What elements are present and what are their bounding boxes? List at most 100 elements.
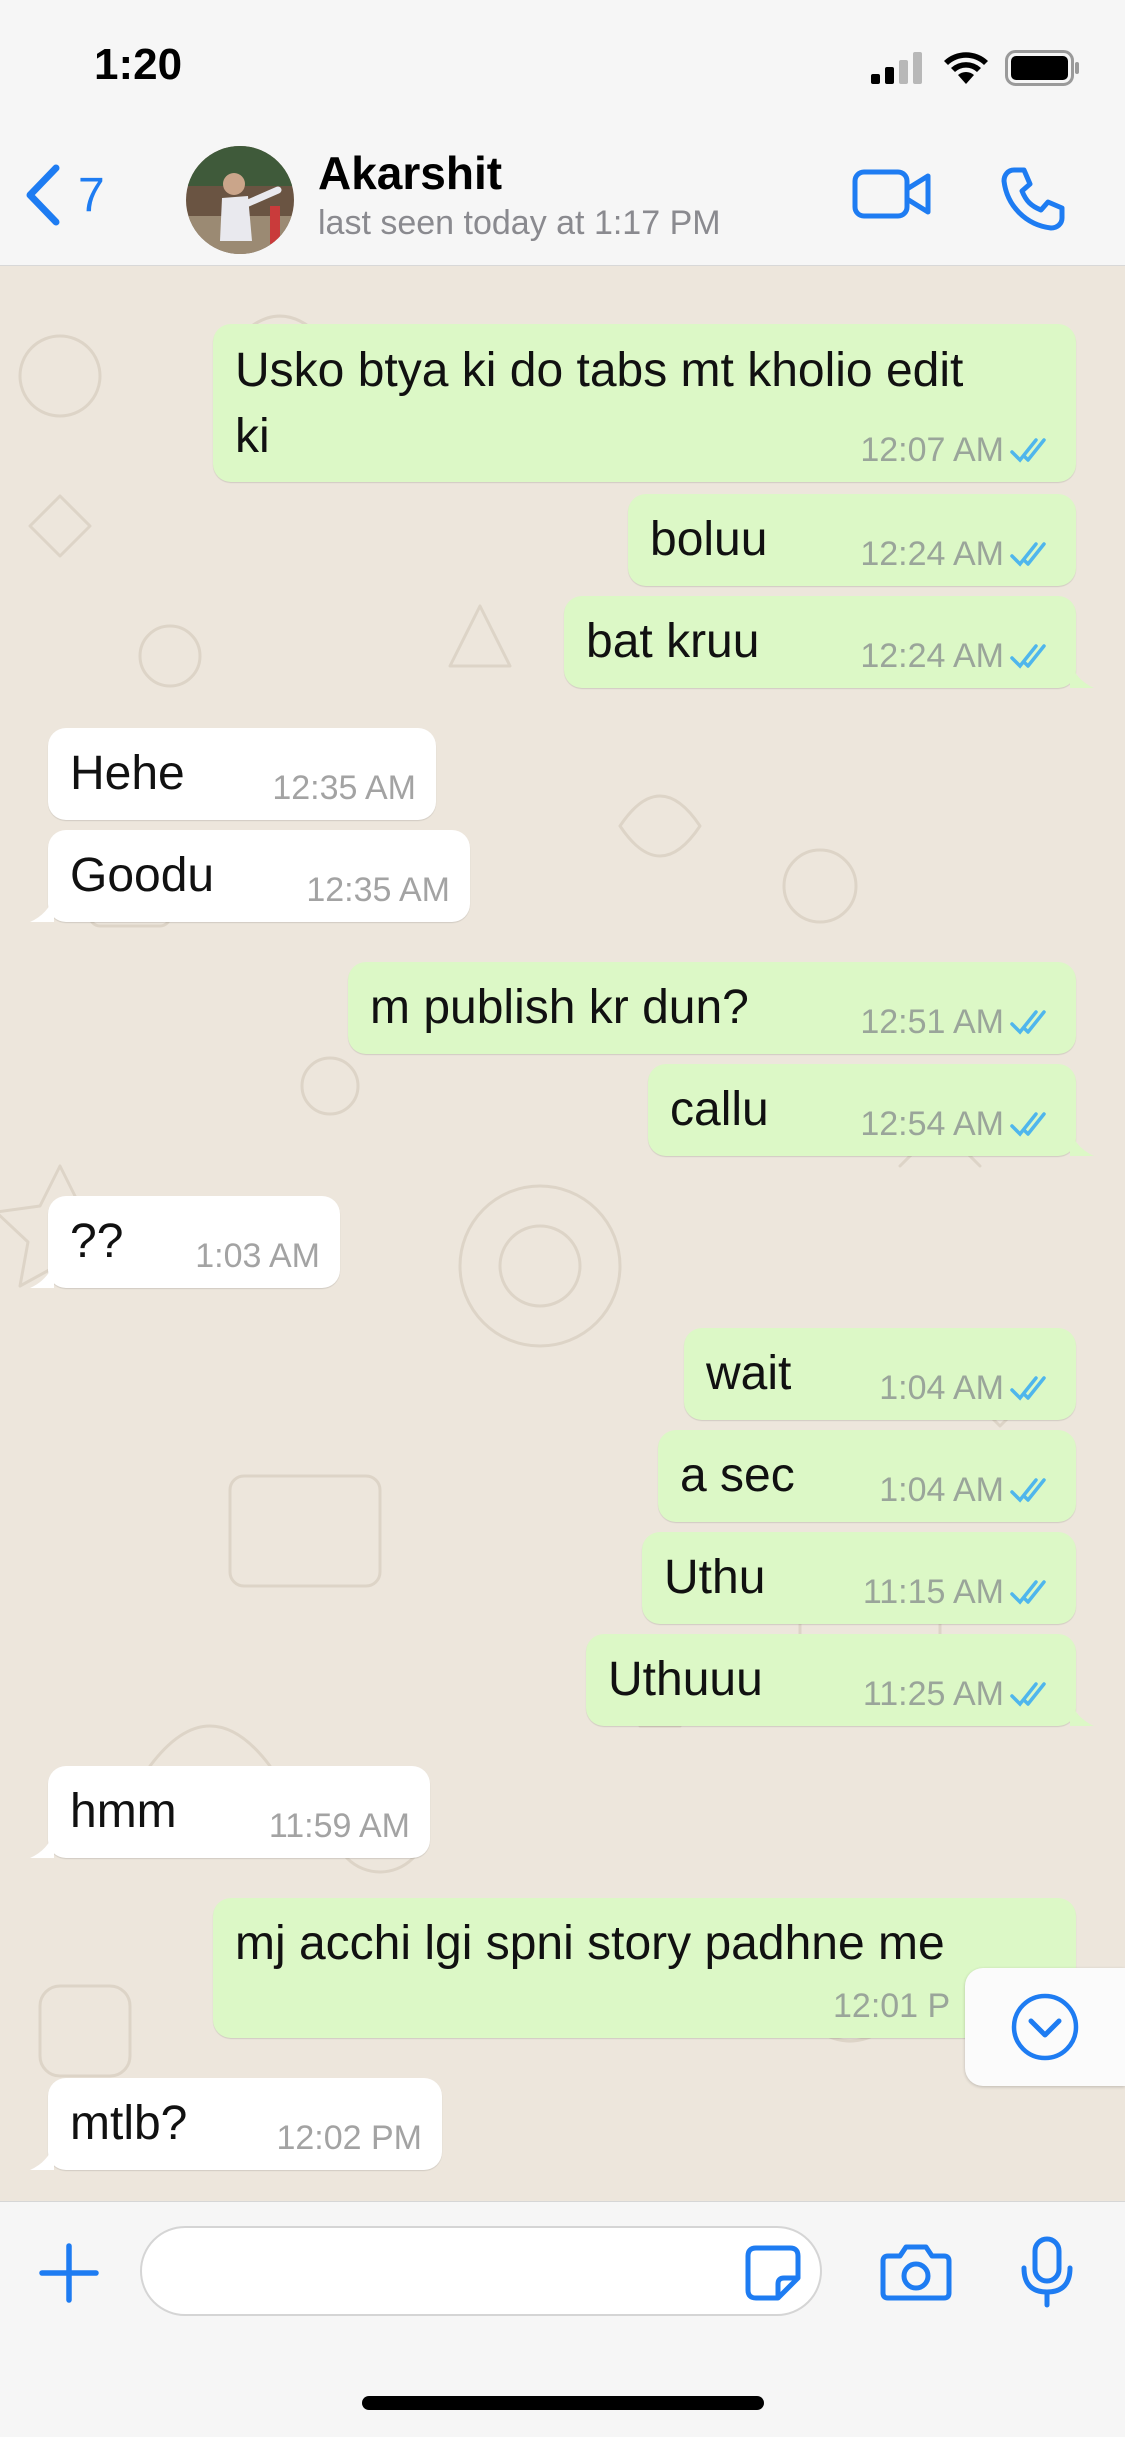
- message-meta: 12:01 P: [833, 1987, 950, 2026]
- chevron-left-icon: [26, 164, 60, 226]
- wifi-icon: [944, 52, 988, 84]
- message-time: 12:54 AM: [860, 1105, 1004, 1143]
- message-text: mj acchi lgi spni story padhne me: [235, 1917, 945, 1970]
- double-check-icon: [1010, 1579, 1046, 1605]
- message-bubble-incoming[interactable]: Goodu 12:35 AM: [30, 830, 470, 922]
- back-button[interactable]: 7: [24, 164, 105, 226]
- unread-count: 7: [78, 168, 105, 222]
- message-meta: 12:54 AM: [860, 1105, 1056, 1144]
- message-time: 12:51 AM: [860, 1003, 1004, 1041]
- last-seen-status: last seen today at 1:17 PM: [318, 204, 721, 242]
- message-bubble-incoming[interactable]: Hehe 12:35 AM: [48, 728, 436, 820]
- message-meta: 1:04 AM: [879, 1369, 1056, 1408]
- bubble-tail: [1070, 662, 1094, 688]
- chevron-down-circle-icon: [1011, 1993, 1079, 2061]
- message-meta: 12:35 AM: [272, 769, 416, 808]
- message-bubble-outgoing[interactable]: a sec 1:04 AM: [658, 1430, 1076, 1522]
- message-meta: 12:35 AM: [306, 871, 450, 910]
- message-time: 12:24 AM: [860, 637, 1004, 675]
- message-time: 1:03 AM: [195, 1237, 320, 1275]
- microphone-button[interactable]: [1018, 2236, 1076, 2313]
- microphone-icon: [1021, 2236, 1073, 2308]
- double-check-icon: [1010, 437, 1046, 463]
- message-bubble-incoming[interactable]: hmm 11:59 AM: [30, 1766, 430, 1858]
- message-text: Usko btya ki do tabs mt kholio edit ki: [235, 344, 964, 463]
- camera-button[interactable]: [880, 2242, 952, 2307]
- message-time: 12:35 AM: [306, 871, 450, 909]
- status-time: 1:20: [94, 40, 183, 89]
- home-indicator: [362, 2396, 764, 2410]
- video-camera-icon: [852, 169, 931, 219]
- phone-icon: [1001, 167, 1065, 231]
- bubble-tail: [30, 2144, 54, 2170]
- attach-button[interactable]: [38, 2242, 100, 2309]
- message-time: 11:15 AM: [862, 1573, 1004, 1611]
- avatar[interactable]: [186, 146, 294, 254]
- message-meta: 12:02 PM: [276, 2119, 422, 2158]
- message-time: 12:02 PM: [276, 2119, 422, 2157]
- bubble-tail: [1070, 1700, 1094, 1726]
- double-check-icon: [1010, 1681, 1046, 1707]
- message-text: Goodu: [70, 849, 215, 902]
- message-meta: 11:25 AM: [863, 1675, 1056, 1714]
- message-meta: 12:24 AM: [860, 535, 1056, 574]
- message-text: m publish kr dun?: [370, 981, 749, 1034]
- message-meta: 12:51 AM: [860, 1003, 1056, 1042]
- signal-icon: [871, 52, 922, 84]
- message-meta: 11:15 AM: [863, 1573, 1056, 1612]
- message-input[interactable]: [140, 2226, 822, 2316]
- chat-area[interactable]: Usko btya ki do tabs mt kholio edit ki 12…: [0, 266, 1125, 2201]
- message-bubble-outgoing[interactable]: bat kruu 12:24 AM: [564, 596, 1094, 688]
- bubble-tail: [30, 896, 54, 922]
- double-check-icon: [1010, 1111, 1046, 1137]
- battery-icon: [1005, 50, 1079, 86]
- message-text: wait: [706, 1347, 792, 1400]
- message-bubble-outgoing[interactable]: wait 1:04 AM: [684, 1328, 1076, 1420]
- message-text: ??: [70, 1215, 124, 1268]
- message-text: Uthuuu: [608, 1653, 763, 1706]
- bubble-tail: [1070, 1130, 1094, 1156]
- double-check-icon: [1010, 1375, 1046, 1401]
- message-bubble-incoming[interactable]: mtlb? 12:02 PM: [30, 2078, 442, 2170]
- message-meta: 1:04 AM: [879, 1471, 1056, 1510]
- camera-icon: [880, 2244, 952, 2301]
- double-check-icon: [1010, 643, 1046, 669]
- scroll-to-bottom-button[interactable]: [965, 1968, 1125, 2086]
- message-bubble-outgoing[interactable]: Uthuuu 11:25 AM: [586, 1634, 1094, 1726]
- message-meta: 12:07 AM: [860, 431, 1056, 470]
- message-bubble-outgoing[interactable]: boluu 12:24 AM: [628, 494, 1076, 586]
- message-time: 12:24 AM: [860, 535, 1004, 573]
- message-text: mtlb?: [70, 2097, 188, 2150]
- sticker-button[interactable]: [744, 2244, 802, 2307]
- message-text: hmm: [70, 1785, 177, 1838]
- message-bubble-outgoing[interactable]: Usko btya ki do tabs mt kholio edit ki 12…: [213, 324, 1076, 482]
- message-time: 12:07 AM: [860, 431, 1004, 469]
- message-text: a sec: [680, 1449, 795, 1502]
- message-bubble-outgoing[interactable]: m publish kr dun? 12:51 AM: [348, 962, 1076, 1054]
- bubble-tail: [30, 1262, 54, 1288]
- message-meta: 1:03 AM: [195, 1237, 320, 1276]
- message-bubble-outgoing[interactable]: Uthu 11:15 AM: [642, 1532, 1076, 1624]
- chat-header: 7 Akarshit last seen today at 1:17 PM: [0, 132, 1125, 266]
- video-call-button[interactable]: [852, 162, 932, 231]
- voice-call-button[interactable]: [1000, 166, 1066, 237]
- status-icons: [871, 50, 1081, 86]
- message-time: 11:59 AM: [268, 1807, 410, 1845]
- double-check-icon: [1010, 1477, 1046, 1503]
- message-meta: 12:24 AM: [860, 637, 1056, 676]
- bubble-tail: [30, 1832, 54, 1858]
- message-text: boluu: [650, 513, 768, 566]
- message-time: 1:04 AM: [879, 1369, 1004, 1407]
- message-bubble-outgoing[interactable]: callu 12:54 AM: [648, 1064, 1094, 1156]
- message-input-bar: [0, 2201, 1125, 2437]
- message-bubble-outgoing[interactable]: mj acchi lgi spni story padhne me 12:01 …: [213, 1898, 1094, 2038]
- sticker-icon: [745, 2245, 801, 2301]
- avatar-image: [186, 146, 294, 254]
- double-check-icon: [1010, 1009, 1046, 1035]
- message-meta: 11:59 AM: [269, 1807, 410, 1846]
- contact-name[interactable]: Akarshit: [318, 146, 502, 200]
- message-time: 12:35 AM: [272, 769, 416, 807]
- message-bubble-incoming[interactable]: ?? 1:03 AM: [30, 1196, 340, 1288]
- message-time: 1:04 AM: [879, 1471, 1004, 1509]
- message-time: 11:25 AM: [862, 1675, 1004, 1713]
